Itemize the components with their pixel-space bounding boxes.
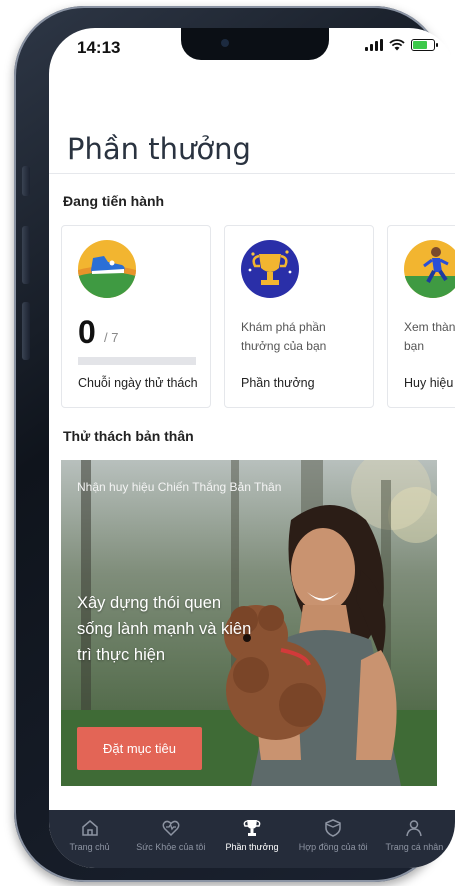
set-goal-button[interactable]: Đặt mục tiêu	[77, 727, 202, 770]
runner-icon	[404, 240, 455, 298]
in-progress-heading: Đang tiến hành	[63, 193, 165, 209]
tab-label: Phần thưởng	[225, 842, 279, 852]
self-challenge-heading: Thử thách bản thân	[63, 428, 194, 444]
wifi-icon	[389, 39, 405, 51]
page-title: Phần thưởng	[67, 132, 251, 166]
tab-my-contracts[interactable]: Hợp đồng của tôi	[293, 810, 374, 868]
self-challenge-banner[interactable]: Nhận huy hiệu Chiến Thắng Bản Thân Xây d…	[61, 460, 437, 786]
trophy-icon	[243, 820, 261, 836]
shield-icon	[325, 819, 341, 837]
person-icon	[406, 820, 423, 837]
challenge-streak-card[interactable]: 0 / 7 Chuỗi ngày thử thách	[61, 225, 211, 408]
camera	[221, 39, 229, 47]
heart-pulse-icon	[162, 820, 180, 837]
title-divider	[49, 173, 455, 174]
tab-rewards[interactable]: Phần thưởng	[211, 810, 292, 868]
tab-my-health[interactable]: Sức Khỏe của tôi	[130, 810, 211, 868]
volume-down-button	[22, 302, 30, 360]
phone-frame: 14:13 Phần thưởng Đang tiến hành 0 / 7 C…	[14, 6, 455, 882]
volume-up-button	[22, 226, 30, 284]
card-footer-label: Huy hiệu	[404, 376, 454, 390]
screen: 14:13 Phần thưởng Đang tiến hành 0 / 7 C…	[49, 28, 455, 868]
rewards-description: Khám phá phần thưởng của bạn	[241, 320, 327, 353]
tab-profile[interactable]: Trang cá nhân	[374, 810, 455, 868]
tab-label: Hợp đồng của tôi	[298, 842, 368, 852]
badges-description: Xem thành tích của bạn	[404, 320, 455, 353]
streak-count: 0	[78, 314, 96, 350]
badges-card[interactable]: Xem thành tích của bạn Huy hiệu	[387, 225, 455, 408]
notch	[181, 28, 329, 60]
home-icon	[81, 820, 98, 836]
rewards-card[interactable]: Khám phá phần thưởng của bạn Phần thưởng	[224, 225, 374, 408]
tab-label: Trang chủ	[69, 842, 110, 852]
mute-switch	[22, 166, 30, 196]
badge-caption: Nhận huy hiệu Chiến Thắng Bản Thân	[77, 480, 282, 494]
tab-home[interactable]: Trang chủ	[49, 810, 130, 868]
streak-total: / 7	[104, 330, 119, 345]
card-footer-label: Chuỗi ngày thử thách	[78, 376, 198, 390]
trophy-icon	[241, 240, 299, 298]
sneaker-icon	[78, 240, 136, 298]
status-icons	[365, 39, 438, 51]
streak-progress-bar	[78, 357, 196, 365]
status-time: 14:13	[77, 38, 121, 57]
in-progress-cards: 0 / 7 Chuỗi ngày thử thách Khám phá phần…	[61, 225, 455, 408]
signal-icon	[365, 39, 383, 51]
bottom-tab-bar: Trang chủ Sức Khỏe của tôi Phần thưởng H…	[49, 810, 455, 868]
tab-label: Sức Khỏe của tôi	[136, 842, 206, 852]
card-footer-label: Phần thưởng	[241, 376, 315, 390]
battery-icon	[411, 39, 438, 51]
tab-label: Trang cá nhân	[385, 842, 444, 852]
banner-headline: Xây dựng thói quen sống lành mạnh và kiê…	[77, 594, 252, 664]
